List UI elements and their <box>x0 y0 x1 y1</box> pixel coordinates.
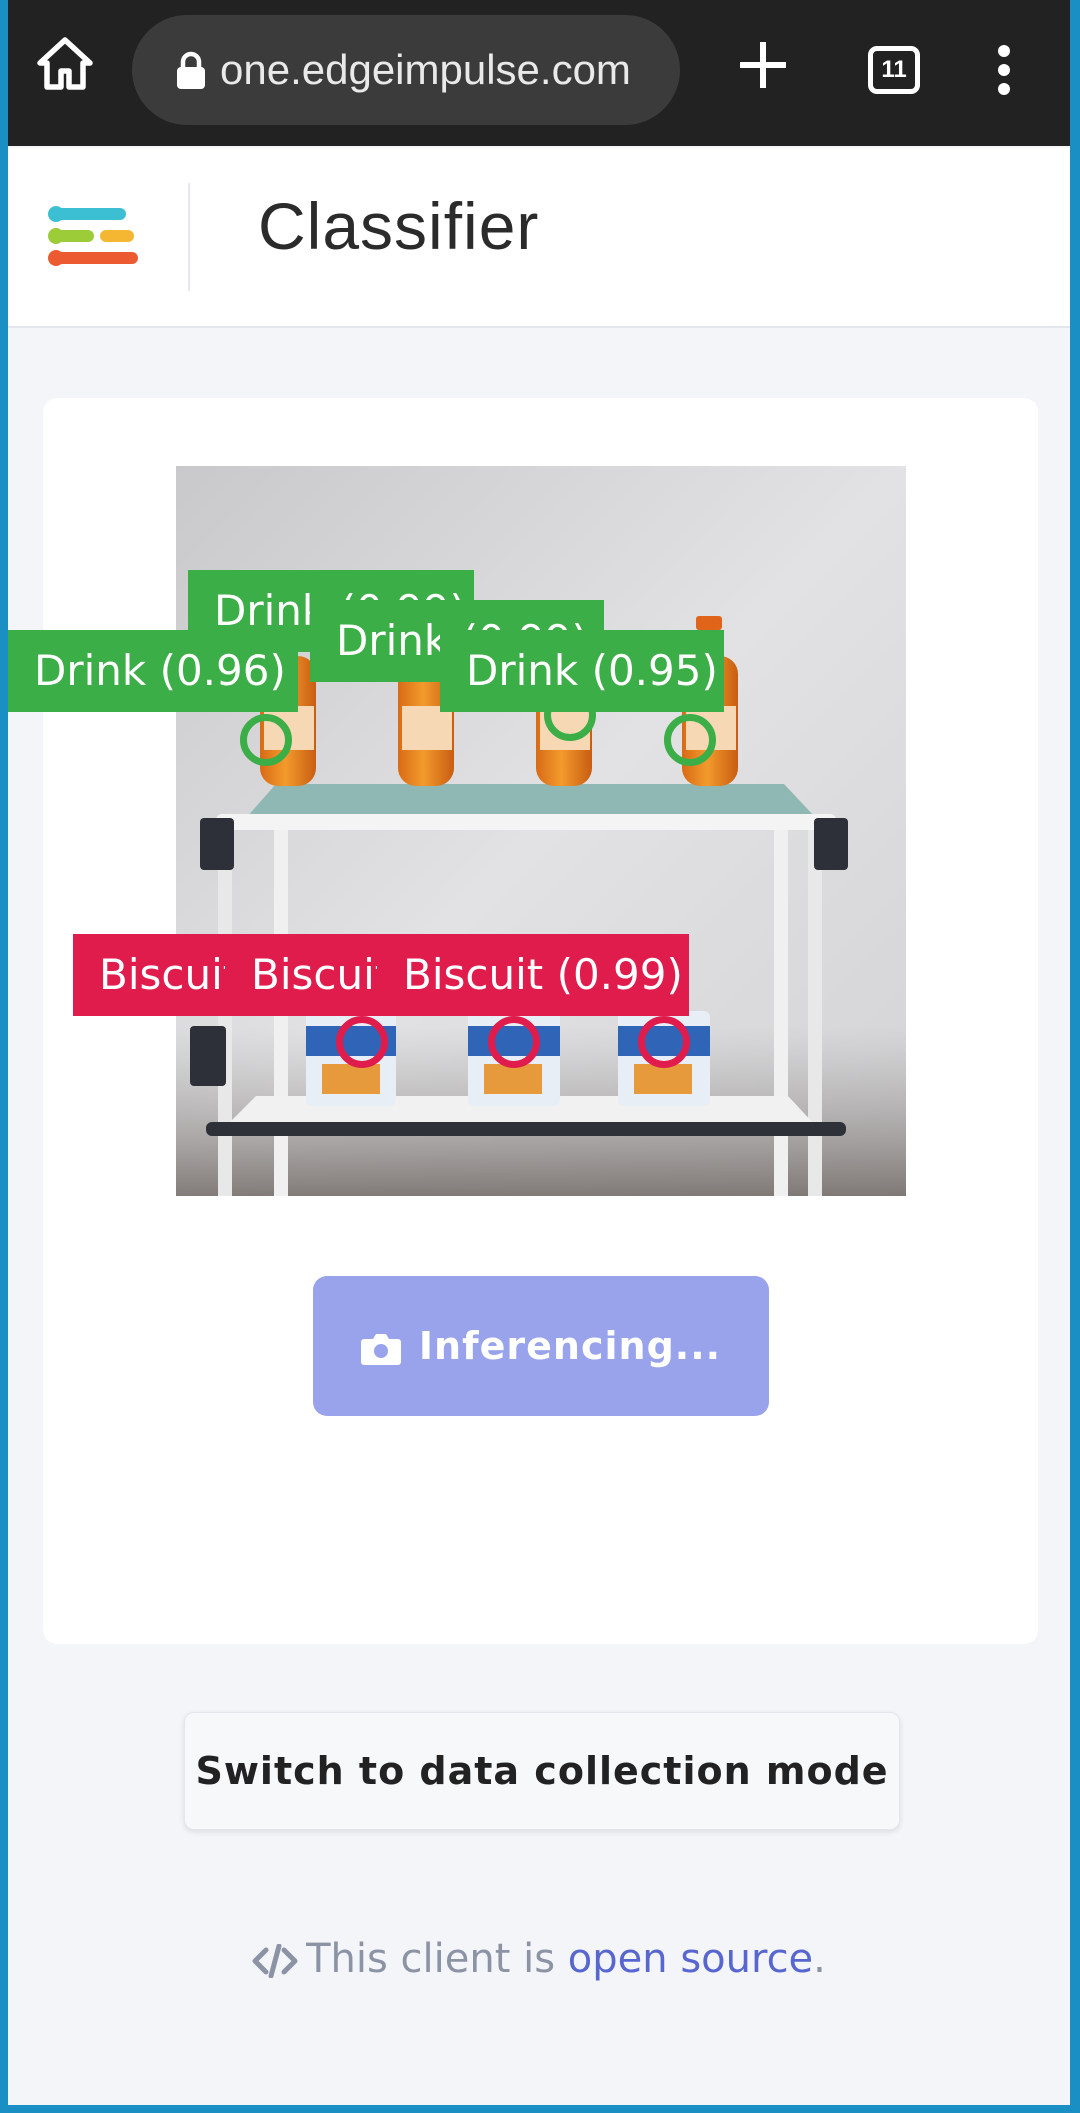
switch-mode-button[interactable]: Switch to data collection mode <box>184 1712 900 1830</box>
header-divider <box>188 183 190 291</box>
camera-icon <box>360 1334 401 1365</box>
phone-screen: one.edgeimpulse.com 11 Classifier Drink … <box>8 0 1070 2105</box>
open-source-link[interactable]: open source <box>568 1936 813 1982</box>
app-header: Classifier <box>8 148 1070 328</box>
plus-icon[interactable] <box>738 40 788 90</box>
address-bar[interactable]: one.edgeimpulse.com <box>132 15 680 125</box>
inference-button-label: Inferencing... <box>418 1324 722 1368</box>
page-title: Classifier <box>258 189 540 263</box>
lock-icon <box>176 51 206 91</box>
home-icon[interactable] <box>36 35 94 93</box>
browser-toolbar: one.edgeimpulse.com 11 <box>8 0 1070 146</box>
footer-text: This client is <box>306 1936 556 1982</box>
more-vert-icon[interactable] <box>994 44 1014 96</box>
footer-period: . <box>813 1936 826 1982</box>
tabs-icon[interactable]: 11 <box>868 46 920 94</box>
code-icon <box>252 1943 298 1979</box>
camera-preview <box>176 466 906 1196</box>
edge-impulse-logo[interactable] <box>48 204 144 276</box>
footer: This client is open source. <box>8 1936 1070 1982</box>
url-text: one.edgeimpulse.com <box>220 46 631 93</box>
inference-button[interactable]: Inferencing... <box>313 1276 769 1416</box>
